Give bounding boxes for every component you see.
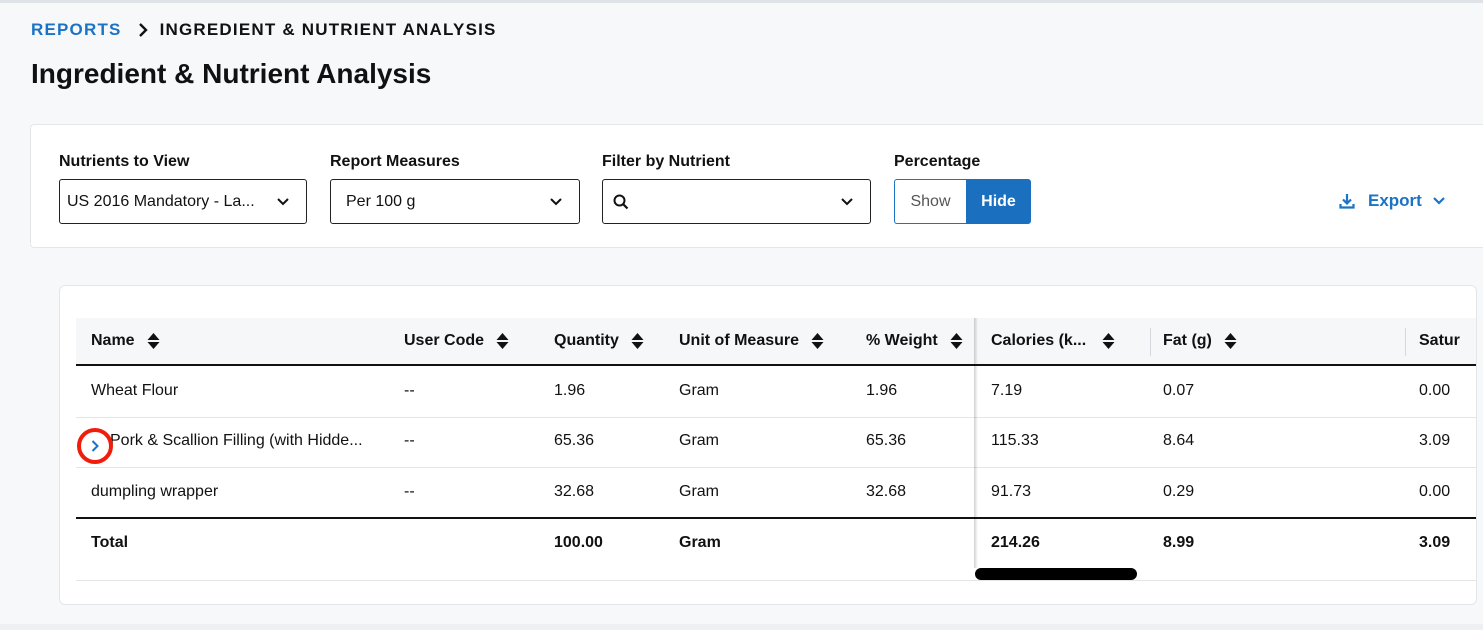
cell-weight: 65.36 xyxy=(866,432,907,449)
column-header-label: Name xyxy=(91,332,135,349)
row-divider xyxy=(76,467,1476,468)
cell-weight: 1.96 xyxy=(866,382,898,399)
total-calories: 214.26 xyxy=(991,534,1040,551)
column-header-label: Satur xyxy=(1419,332,1460,349)
column-header-unit[interactable]: Unit of Measure xyxy=(679,332,824,350)
chevron-down-icon xyxy=(1432,194,1446,208)
cell-quantity: 32.68 xyxy=(554,483,595,500)
sort-icon[interactable] xyxy=(631,332,644,350)
filter-panel: Nutrients to View US 2016 Mandatory - La… xyxy=(30,124,1483,248)
sort-icon[interactable] xyxy=(147,332,160,350)
cell-unit: Gram xyxy=(679,382,719,399)
report-measures-label: Report Measures xyxy=(330,153,460,170)
cell-fat: 0.07 xyxy=(1163,382,1195,399)
cell-user-code: -- xyxy=(404,483,415,500)
nutrients-to-view-label: Nutrients to View xyxy=(59,153,190,170)
chevron-down-icon xyxy=(549,195,563,214)
nutrients-to-view-value: US 2016 Mandatory - La... xyxy=(67,192,255,210)
cell-saturated: 3.09 xyxy=(1419,432,1451,449)
expand-row-button[interactable] xyxy=(77,428,113,464)
breadcrumb: REPORTS INGREDIENT & NUTRIENT ANALYSIS xyxy=(31,20,497,40)
column-header-quantity[interactable]: Quantity xyxy=(554,332,644,350)
filter-by-nutrient-label: Filter by Nutrient xyxy=(602,153,731,170)
frozen-column-shadow xyxy=(974,318,978,568)
column-header-fat[interactable]: Fat (g) xyxy=(1163,332,1237,350)
download-icon xyxy=(1339,193,1355,209)
percentage-hide-button[interactable]: Hide xyxy=(966,179,1031,224)
cell-name[interactable]: dumpling wrapper xyxy=(91,483,218,501)
column-header-saturated[interactable]: Satur xyxy=(1419,332,1460,350)
cell-saturated: 0.00 xyxy=(1419,483,1451,500)
report-measures-select[interactable]: Per 100 g xyxy=(330,179,580,224)
nutrients-to-view-select[interactable]: US 2016 Mandatory - La... xyxy=(59,179,307,224)
column-header-label: Fat (g) xyxy=(1163,332,1212,349)
column-header-label: Calories (k... xyxy=(991,332,1087,349)
chevron-right-icon xyxy=(138,23,148,37)
breadcrumb-reports-link[interactable]: REPORTS xyxy=(31,20,122,40)
cell-user-code: -- xyxy=(404,382,415,399)
cell-name[interactable]: Pork & Scallion Filling (with Hidde... xyxy=(110,432,378,450)
chevron-down-icon xyxy=(840,195,854,214)
search-icon xyxy=(613,194,629,210)
cell-calories: 7.19 xyxy=(991,382,1023,399)
column-header-user-code[interactable]: User Code xyxy=(404,332,509,350)
column-header-label: % Weight xyxy=(866,332,938,349)
percentage-toggle: Show Hide xyxy=(894,179,1031,224)
total-unit: Gram xyxy=(679,534,721,551)
column-header-label: User Code xyxy=(404,332,485,349)
cell-saturated: 0.00 xyxy=(1419,382,1451,399)
export-button[interactable]: Export xyxy=(1339,191,1446,211)
total-saturated: 3.09 xyxy=(1419,534,1451,551)
column-separator xyxy=(1405,328,1406,356)
cell-unit: Gram xyxy=(679,432,719,449)
total-quantity: 100.00 xyxy=(554,534,603,551)
page-bottom-strip xyxy=(0,624,1483,630)
row-divider xyxy=(76,417,1476,418)
cell-quantity: 1.96 xyxy=(554,382,586,399)
table-bottom-divider xyxy=(76,580,1476,581)
chevron-down-icon xyxy=(276,195,290,214)
sort-icon[interactable] xyxy=(950,332,963,350)
column-header-label: Unit of Measure xyxy=(679,332,800,349)
cell-unit: Gram xyxy=(679,483,719,500)
cell-fat: 8.64 xyxy=(1163,432,1195,449)
column-separator xyxy=(1150,328,1151,356)
column-header-calories[interactable]: Calories (k... xyxy=(991,332,1115,350)
page-title: Ingredient & Nutrient Analysis xyxy=(31,58,432,89)
cell-user-code: -- xyxy=(404,432,415,449)
sort-icon[interactable] xyxy=(811,332,824,350)
horizontal-scrollbar[interactable] xyxy=(975,568,1137,580)
report-measures-value: Per 100 g xyxy=(346,192,416,210)
percentage-show-button[interactable]: Show xyxy=(894,179,966,224)
chevron-right-icon xyxy=(90,439,100,453)
breadcrumb-current: INGREDIENT & NUTRIENT ANALYSIS xyxy=(159,20,497,39)
total-fat: 8.99 xyxy=(1163,534,1195,551)
total-name: Total xyxy=(91,534,129,551)
cell-calories: 115.33 xyxy=(991,432,1039,449)
percentage-label: Percentage xyxy=(894,153,981,170)
cell-quantity: 65.36 xyxy=(554,432,595,449)
sort-icon[interactable] xyxy=(1224,332,1237,350)
export-label: Export xyxy=(1368,191,1422,210)
cell-fat: 0.29 xyxy=(1163,483,1195,500)
ingredient-table: Name User Code Quantity Unit of Measure … xyxy=(59,285,1477,605)
column-header-name[interactable]: Name xyxy=(91,332,160,350)
cell-calories: 91.73 xyxy=(991,483,1032,500)
top-rule xyxy=(0,0,1483,3)
filter-by-nutrient-input[interactable] xyxy=(602,179,871,224)
cell-weight: 32.68 xyxy=(866,483,907,500)
column-header-weight[interactable]: % Weight xyxy=(866,332,963,350)
column-header-label: Quantity xyxy=(554,332,619,349)
sort-icon[interactable] xyxy=(496,332,509,350)
total-divider xyxy=(76,517,1476,519)
cell-name[interactable]: Wheat Flour xyxy=(91,382,178,400)
sort-icon[interactable] xyxy=(1102,332,1115,350)
